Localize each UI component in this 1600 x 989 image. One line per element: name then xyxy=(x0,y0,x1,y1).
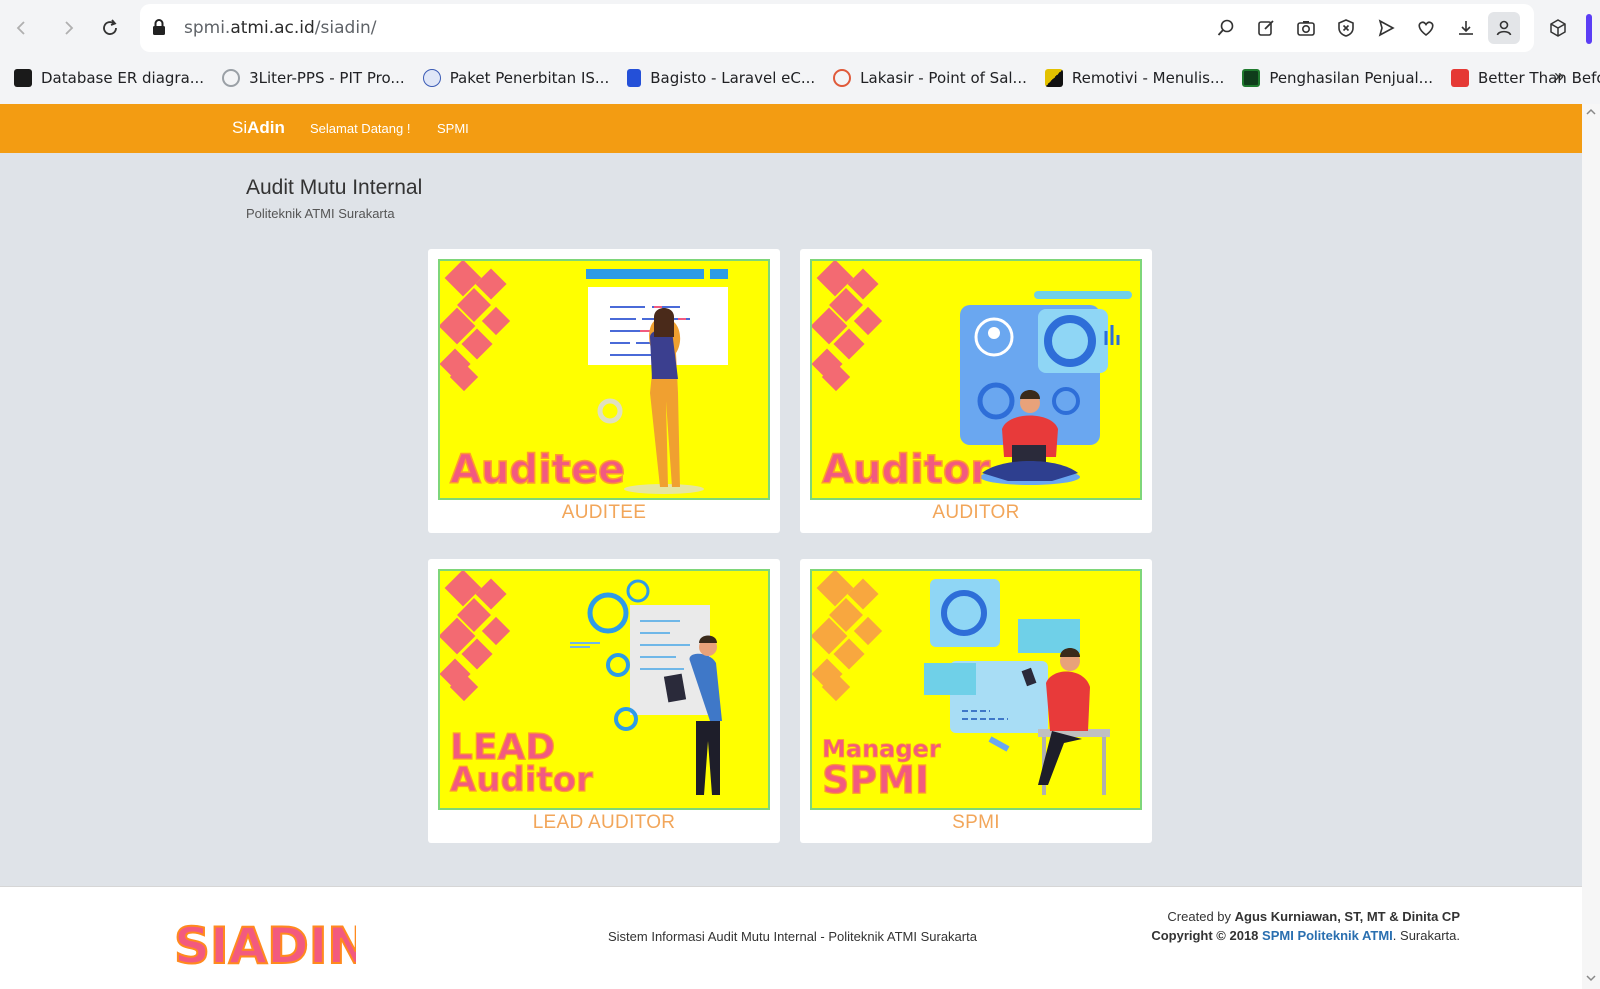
footer-created-names: Agus Kurniawan, ST, MT & Dinita CP xyxy=(1234,909,1460,924)
bookmark-label: Penghasilan Penjual... xyxy=(1269,69,1433,87)
bookmark-favicon-icon xyxy=(1044,69,1063,87)
bookmark-item[interactable]: Bagisto - Laravel eC... xyxy=(627,69,815,87)
search-icon[interactable] xyxy=(1206,8,1246,48)
bookmark-item[interactable]: Paket Penerbitan IS... xyxy=(422,69,610,87)
reload-button[interactable] xyxy=(94,12,126,44)
card-label-spmi: SPMI xyxy=(952,812,1000,833)
auditee-art-text: Auditee xyxy=(450,447,625,493)
browser-toolbar: spmi.atmi.ac.id/siadin/ xyxy=(0,0,1600,56)
cube-icon xyxy=(1550,19,1566,37)
bookmark-item[interactable]: Lakasir - Point of Sal... xyxy=(833,69,1027,87)
nav-link-spmi[interactable]: SPMI xyxy=(437,121,469,136)
bookmark-favicon-icon xyxy=(627,69,642,87)
heart-icon[interactable] xyxy=(1406,8,1446,48)
spmi-art-text-2: SPMI xyxy=(822,758,929,802)
footer-logo: SIADIN xyxy=(172,911,370,978)
footer-copyright: Copyright © 2018 xyxy=(1151,928,1259,943)
card-spmi[interactable]: Manager SPMI SPMI xyxy=(800,559,1152,843)
bookmark-label: 3Liter-PPS - PIT Pro... xyxy=(249,69,405,87)
user-icon xyxy=(1496,20,1512,36)
browser-chrome: spmi.atmi.ac.id/siadin/ Database ER diag… xyxy=(0,0,1600,104)
bookmark-label: Paket Penerbitan IS... xyxy=(449,69,610,87)
bookmark-favicon-icon xyxy=(1450,69,1469,87)
bookmark-item[interactable]: Database ER diagra... xyxy=(14,69,204,87)
back-arrow-icon xyxy=(16,21,25,35)
url-host: atmi.ac.id xyxy=(230,18,315,38)
card-label-auditee: AUDITEE xyxy=(561,502,647,523)
address-bar[interactable]: spmi.atmi.ac.id/siadin/ xyxy=(140,4,1534,52)
brand-adin: Adin xyxy=(247,118,285,137)
bookmark-favicon-icon xyxy=(14,69,32,87)
footer-org-link[interactable]: SPMI Politeknik ATMI xyxy=(1262,928,1393,943)
card-label-lead-auditor: LEAD AUDITOR xyxy=(532,812,676,833)
reload-icon xyxy=(103,19,117,35)
toolbar-icons xyxy=(1206,4,1526,52)
page-title: Audit Mutu Internal xyxy=(246,176,423,199)
bookmark-item[interactable]: Better Than Before,... xyxy=(1450,69,1600,87)
auditor-illustration: Auditor xyxy=(810,259,1142,500)
lead-auditor-illustration: LEAD Auditor xyxy=(438,569,770,810)
bookmarks-bar: Database ER diagra... 3Liter-PPS - PIT P… xyxy=(0,60,1600,96)
bookmark-label: Lakasir - Point of Sal... xyxy=(860,69,1027,87)
footer-credits: Created by Agus Kurniawan, ST, MT & Dini… xyxy=(1151,907,1460,945)
nav-link-welcome[interactable]: Selamat Datang ! xyxy=(310,121,410,136)
page: SiAdin Selamat Datang ! SPMI Audit Mutu … xyxy=(0,104,1582,989)
url-text: spmi.atmi.ac.id/siadin/ xyxy=(184,18,377,38)
card-auditee[interactable]: Auditee AUDITEE xyxy=(428,249,780,533)
card-lead-auditor[interactable]: LEAD Auditor LEAD AUDITOR xyxy=(428,559,780,843)
brand-si: Si xyxy=(232,118,248,137)
bookmark-favicon-icon xyxy=(833,69,852,87)
profile-button[interactable] xyxy=(1488,12,1520,44)
bookmark-item[interactable]: Remotivi - Menulis... xyxy=(1044,69,1225,87)
footer-city: . Surakarta. xyxy=(1392,928,1460,943)
auditee-illustration: Auditee xyxy=(438,259,770,500)
top-navbar: SiAdin Selamat Datang ! SPMI xyxy=(0,104,1582,153)
bookmarks-more-icon[interactable]: » xyxy=(1554,66,1564,87)
extensions-button[interactable] xyxy=(1542,12,1574,44)
auditor-art-text: Auditor xyxy=(822,447,990,493)
bookmark-favicon-icon xyxy=(422,69,441,87)
card-auditor[interactable]: Auditor AUDITOR xyxy=(800,249,1152,533)
bookmark-favicon-icon xyxy=(222,69,241,87)
bookmark-label: Remotivi - Menulis... xyxy=(1071,69,1225,87)
spmi-illustration: Manager SPMI xyxy=(810,569,1142,810)
url-host-prefix: spmi. xyxy=(184,18,231,38)
footer-tagline: Sistem Informasi Audit Mutu Internal - P… xyxy=(608,929,977,944)
bookmark-item[interactable]: Penghasilan Penjual... xyxy=(1242,69,1433,87)
bookmark-label: Bagisto - Laravel eC... xyxy=(650,69,816,87)
send-icon[interactable] xyxy=(1366,8,1406,48)
download-icon[interactable] xyxy=(1446,8,1486,48)
url-path: /siadin/ xyxy=(314,18,377,38)
lock-icon xyxy=(152,18,166,41)
bookmark-label: Better Than Before,... xyxy=(1477,69,1600,87)
bookmark-item[interactable]: 3Liter-PPS - PIT Pro... xyxy=(222,69,405,87)
bookmark-label: Database ER diagra... xyxy=(41,69,205,87)
camera-icon[interactable] xyxy=(1286,8,1326,48)
forward-arrow-icon xyxy=(65,21,74,35)
lead-auditor-art-text-2: Auditor xyxy=(450,760,593,800)
forward-button[interactable] xyxy=(52,12,84,44)
page-subtitle: Politeknik ATMI Surakarta xyxy=(246,206,395,221)
card-label-auditor: AUDITOR xyxy=(932,502,1020,523)
back-button[interactable] xyxy=(6,12,38,44)
edit-icon[interactable] xyxy=(1246,8,1286,48)
shield-block-icon[interactable] xyxy=(1326,8,1366,48)
page-scrollbar[interactable] xyxy=(1582,104,1600,989)
footer: SIADIN Sistem Informasi Audit Mutu Inter… xyxy=(0,886,1582,989)
footer-created-prefix: Created by xyxy=(1167,909,1232,924)
bookmark-favicon-icon xyxy=(1242,69,1261,87)
footer-logo-text: SIADIN xyxy=(174,917,356,973)
brand-logo[interactable]: SiAdin xyxy=(232,118,285,138)
sidebar-accent xyxy=(1586,14,1592,44)
